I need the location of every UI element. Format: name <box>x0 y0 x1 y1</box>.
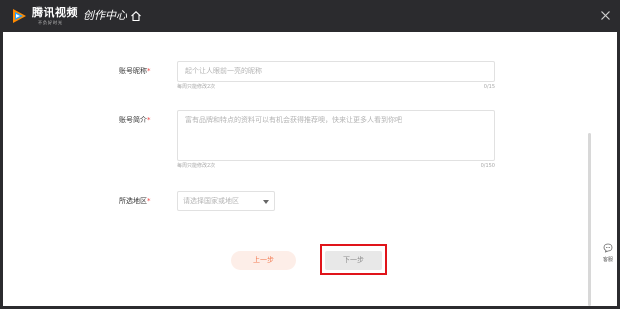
nickname-hint: 每周只能修改2次 <box>177 84 216 90</box>
app-title: 创作中心 <box>83 9 127 22</box>
intro-label: 账号简介* <box>119 116 151 124</box>
intro-textarea[interactable]: 富有品牌和特点的资料可以有机会获得推荐噢，快来让更多人看到你吧 <box>177 110 495 161</box>
brand-slogan: 不负好时光 <box>38 20 63 25</box>
brand-name: 腾讯视频 <box>32 6 78 19</box>
vertical-scrollbar[interactable] <box>588 133 591 306</box>
nickname-input[interactable]: 起个让人眼前一亮的昵称 <box>177 61 495 82</box>
prev-step-button[interactable]: 上一步 <box>231 251 296 270</box>
region-placeholder: 请选择国家或地区 <box>183 197 239 205</box>
app-window: 腾讯视频 不负好时光 创作中心 账号昵称* 起个让人眼前一亮的昵称 每周只能修改… <box>0 0 620 309</box>
dropdown-arrow-icon <box>263 200 269 204</box>
intro-hint: 每周只能修改2次 <box>177 163 216 169</box>
customer-service-widget[interactable]: 客服 <box>598 243 618 269</box>
chat-bubble-icon <box>603 243 613 253</box>
home-icon[interactable] <box>130 10 142 22</box>
region-label: 所选地区* <box>119 197 151 205</box>
intro-char-count: 0/150 <box>480 163 495 169</box>
tencent-video-logo-icon <box>13 9 26 23</box>
intro-placeholder: 富有品牌和特点的资料可以有机会获得推荐噢，快来让更多人看到你吧 <box>185 116 402 124</box>
title-bar: 腾讯视频 不负好时光 创作中心 <box>0 0 620 32</box>
close-icon[interactable] <box>600 10 611 21</box>
nickname-label: 账号昵称* <box>119 67 151 75</box>
nickname-placeholder: 起个让人眼前一亮的昵称 <box>185 67 262 75</box>
region-select[interactable]: 请选择国家或地区 <box>177 191 275 211</box>
next-step-button[interactable]: 下一步 <box>325 251 382 270</box>
customer-service-label: 客服 <box>602 257 613 263</box>
nickname-char-count: 0/15 <box>483 84 495 90</box>
